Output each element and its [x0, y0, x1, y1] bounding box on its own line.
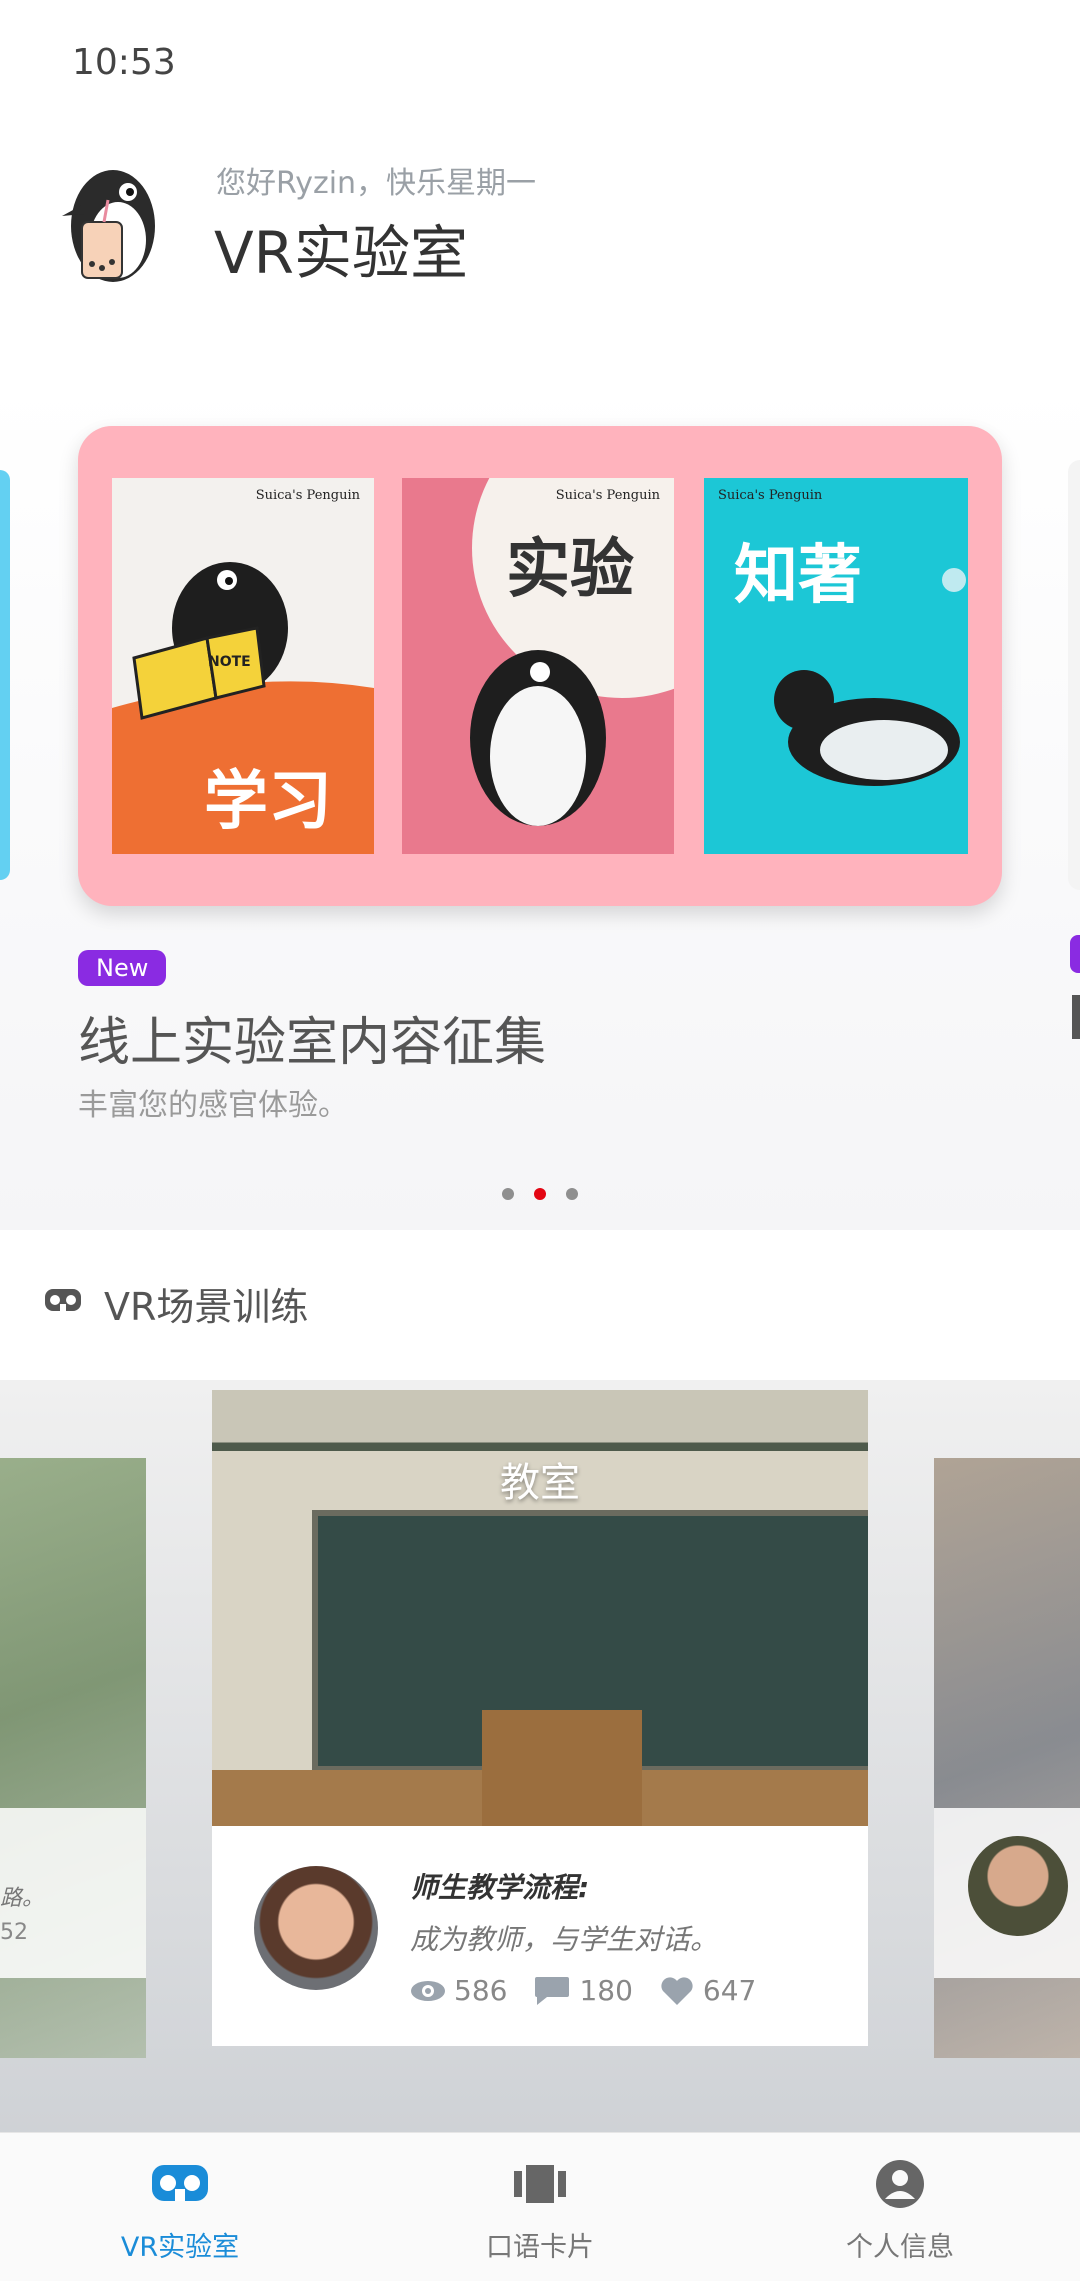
- likes-count: 647: [702, 1974, 757, 2007]
- vr-headset-icon: [152, 2165, 208, 2201]
- banner-card[interactable]: Suica's Penguin NOTE 学习 Suica's Penguin …: [78, 426, 1002, 906]
- heart-icon: [661, 1976, 693, 2005]
- banner-carousel[interactable]: Suica's Penguin NOTE 学习 Suica's Penguin …: [0, 380, 1080, 1230]
- banner-next-badge-peek: [1070, 935, 1080, 973]
- scene-card-image[interactable]: 教室: [212, 1390, 868, 1826]
- comments-count: 180: [579, 1974, 633, 2007]
- scene-section-header: VR场景训练: [0, 1270, 1080, 1330]
- tab-speaking-cards[interactable]: 口语卡片: [360, 2133, 720, 2281]
- views-count: 586: [454, 1974, 508, 2007]
- banner-next-title-peek: [1072, 995, 1080, 1039]
- bottom-tab-bar: VR实验室 口语卡片 个人信息: [0, 2132, 1080, 2281]
- scene-next-card-avatar: [968, 1836, 1068, 1936]
- banner-book-knowledge: Suica's Penguin 知著: [704, 478, 968, 854]
- book-brand: Suica's Penguin: [718, 488, 823, 503]
- scene-carousel[interactable]: 路。 52 教室 师生教学流程: 成为教师，与学生对话。 586 180 647: [0, 1380, 1080, 2132]
- banner-title[interactable]: 线上实验室内容征集: [78, 1000, 546, 1075]
- banner-prev-peek[interactable]: [0, 470, 10, 880]
- book-title-study: 学习: [204, 764, 332, 839]
- scene-prev-card-desc: 路。: [0, 1886, 45, 1911]
- classroom-podium: [482, 1710, 642, 1826]
- author-avatar[interactable]: [254, 1866, 378, 1990]
- banner-book-study: Suica's Penguin NOTE 学习: [112, 478, 374, 854]
- carousel-dots: [0, 1188, 1080, 1200]
- scene-info-title: 师生教学流程:: [410, 1871, 590, 1904]
- banner-next-peek[interactable]: [1068, 460, 1080, 890]
- carousel-dot[interactable]: [566, 1188, 578, 1200]
- penguin-logo-icon: [62, 170, 155, 282]
- book-note-label: NOTE: [208, 654, 251, 670]
- views-stat: 586: [410, 1974, 507, 2007]
- scene-section-title: VR场景训练: [104, 1285, 309, 1329]
- status-time: 10:53: [72, 42, 176, 83]
- scene-card-info[interactable]: 师生教学流程: 成为教师，与学生对话。 586 180 647: [212, 1826, 868, 2046]
- scene-card-label: 教室: [500, 1460, 580, 1506]
- comment-icon: [535, 1976, 570, 2005]
- user-icon: [876, 2160, 924, 2208]
- tab-label: VR实验室: [120, 2232, 240, 2263]
- new-badge: New: [78, 950, 167, 986]
- eye-icon: [411, 1980, 445, 2001]
- carousel-dot-active[interactable]: [534, 1188, 546, 1200]
- page-title: VR实验室: [214, 219, 468, 287]
- tab-label: 个人信息: [846, 2232, 954, 2263]
- scene-stats: 586 180 647: [410, 1974, 782, 2007]
- book-title-experiment: 实验: [506, 532, 634, 607]
- tab-label: 口语卡片: [486, 2232, 594, 2263]
- comments-stat: 180: [533, 1974, 633, 2007]
- carousel-dot[interactable]: [502, 1188, 514, 1200]
- book-title-knowledge: 知著: [734, 538, 862, 613]
- cards-icon: [514, 2165, 566, 2203]
- tab-vr-lab[interactable]: VR实验室: [0, 2133, 360, 2281]
- header: 您好Ryzin，快乐星期一 VR实验室: [0, 140, 1080, 320]
- greeting-text: 您好Ryzin，快乐星期一: [216, 166, 537, 201]
- book-brand: Suica's Penguin: [555, 488, 660, 503]
- scene-info-desc: 成为教师，与学生对话。: [410, 1923, 719, 1956]
- banner-subtitle: 丰富您的感官体验。: [78, 1088, 348, 1123]
- tab-profile[interactable]: 个人信息: [720, 2133, 1080, 2281]
- banner-book-experiment: Suica's Penguin 实验: [402, 478, 674, 854]
- likes-stat: 647: [659, 1974, 756, 2007]
- scene-prev-card-stat: 52: [0, 1920, 28, 1945]
- vr-headset-icon: [45, 1289, 81, 1311]
